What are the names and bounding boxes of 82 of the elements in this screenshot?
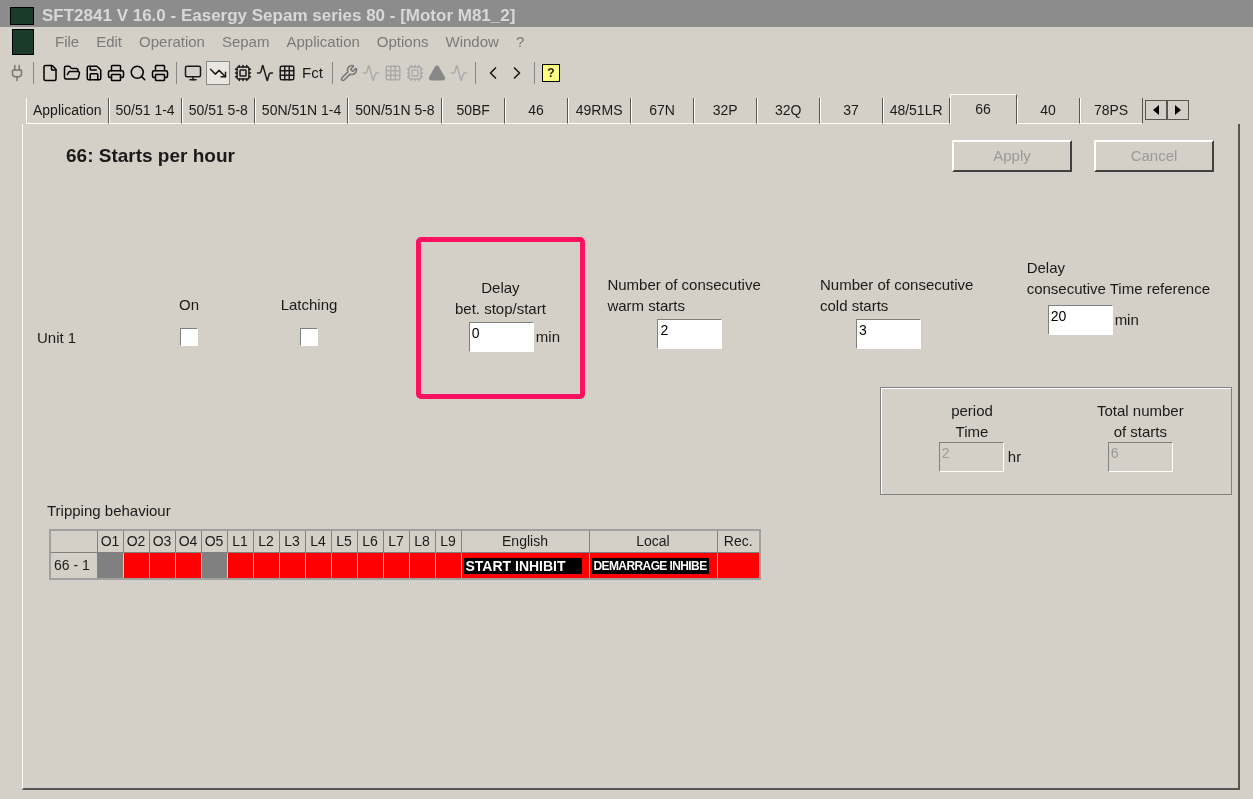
wrench-icon[interactable] <box>339 64 358 82</box>
fct-button[interactable]: Fct <box>300 61 325 85</box>
search-icon[interactable] <box>129 64 147 82</box>
window-title: SFT2841 V 16.0 - Easergy Sepam series 80 - [Motor M81_2] <box>42 6 516 25</box>
printer-icon[interactable] <box>151 64 169 82</box>
field-label: Time <box>955 422 989 442</box>
column-header: O4 <box>175 529 201 553</box>
tab[interactable]: 50/51 5-8 <box>181 98 255 124</box>
section-title: Tripping behaviour <box>47 501 172 521</box>
field-label: consecutive Time reference <box>1026 279 1212 299</box>
right-triangle-icon <box>1173 105 1182 115</box>
tab[interactable]: 50N/51N 5-8 <box>348 98 442 124</box>
column-header: O2 <box>123 529 149 553</box>
field-label: On <box>178 295 199 315</box>
tab[interactable]: 50BF <box>441 98 505 124</box>
field-label: Latching <box>280 295 338 315</box>
tab-scroll-right[interactable] <box>1166 100 1189 120</box>
field-label: of starts <box>1113 422 1168 442</box>
field-label: Total number <box>1097 401 1184 421</box>
tab[interactable]: 49RMS <box>567 98 631 124</box>
tab[interactable]: 66 <box>949 94 1017 124</box>
printer-icon[interactable] <box>107 64 125 82</box>
monitor-icon[interactable] <box>184 64 202 82</box>
input-field[interactable]: 3 <box>856 319 921 349</box>
tab[interactable]: 32P <box>693 98 757 124</box>
column-header: L5 <box>331 529 357 553</box>
field-label: Delay <box>481 278 520 298</box>
input-field[interactable]: 0 <box>468 322 534 352</box>
unit-label: min <box>535 326 560 347</box>
field-label: Number of consecutive <box>820 275 975 295</box>
tab-scroll-left[interactable] <box>1144 100 1167 120</box>
tab[interactable]: 32Q <box>756 98 820 124</box>
tab[interactable]: 50N/51N 1-4 <box>254 98 349 124</box>
checkbox[interactable] <box>179 328 198 346</box>
unit-label: hr <box>1007 446 1022 467</box>
chip-icon[interactable] <box>234 64 252 82</box>
tab[interactable]: 67N <box>630 98 694 124</box>
checkbox[interactable] <box>300 328 319 346</box>
tab[interactable]: 48/51LR <box>882 98 950 124</box>
curve-button[interactable] <box>206 61 230 85</box>
field-label: Delay <box>1026 258 1066 278</box>
column-header: Local <box>589 529 717 553</box>
input-field[interactable]: 20 <box>1047 305 1113 335</box>
column-header: O5 <box>201 529 227 553</box>
column-header: L9 <box>435 529 461 553</box>
save-icon[interactable] <box>85 64 103 82</box>
tab[interactable]: Application <box>26 98 109 124</box>
message-text[interactable]: DEMARRAGE INHIBE <box>591 558 709 574</box>
new-file-icon[interactable] <box>41 64 59 82</box>
column-header: L6 <box>357 529 383 553</box>
column-header: L1 <box>227 529 253 553</box>
triangle-icon[interactable] <box>427 64 446 82</box>
left-triangle-icon <box>1151 105 1160 115</box>
field-label: period <box>951 401 993 421</box>
column-header: English <box>461 529 589 553</box>
field-label: warm starts <box>607 296 686 316</box>
tab[interactable]: 46 <box>504 98 568 124</box>
app-icon <box>10 7 34 25</box>
open-folder-icon[interactable] <box>63 64 81 82</box>
tab[interactable]: 50/51 1-4 <box>108 98 182 124</box>
column-header: L4 <box>305 529 331 553</box>
field-label: Number of consecutive <box>607 275 762 295</box>
column-header: L8 <box>409 529 435 553</box>
tab[interactable]: 40 <box>1016 98 1080 124</box>
pulse-icon[interactable] <box>256 64 274 82</box>
field-label: cold starts <box>820 296 890 316</box>
message-text[interactable]: START INHIBIT <box>463 557 582 574</box>
input-field[interactable]: 2 <box>657 319 723 349</box>
tab[interactable]: 78PS <box>1079 98 1143 124</box>
page-heading: 66: Starts per hour <box>66 143 235 168</box>
unit-label: Unit 1 <box>37 328 78 348</box>
app-icon <box>12 29 34 55</box>
help-button[interactable]: ? <box>541 64 560 82</box>
column-header: L2 <box>253 529 279 553</box>
field-label: bet. stop/start <box>455 299 546 319</box>
column-header: L3 <box>279 529 305 553</box>
unit-label: min <box>1114 309 1139 330</box>
grid-icon[interactable] <box>278 64 296 82</box>
column-header: L7 <box>383 529 409 553</box>
column-header: O1 <box>97 529 123 553</box>
tab[interactable]: 37 <box>819 98 883 124</box>
column-header: O3 <box>149 529 175 553</box>
